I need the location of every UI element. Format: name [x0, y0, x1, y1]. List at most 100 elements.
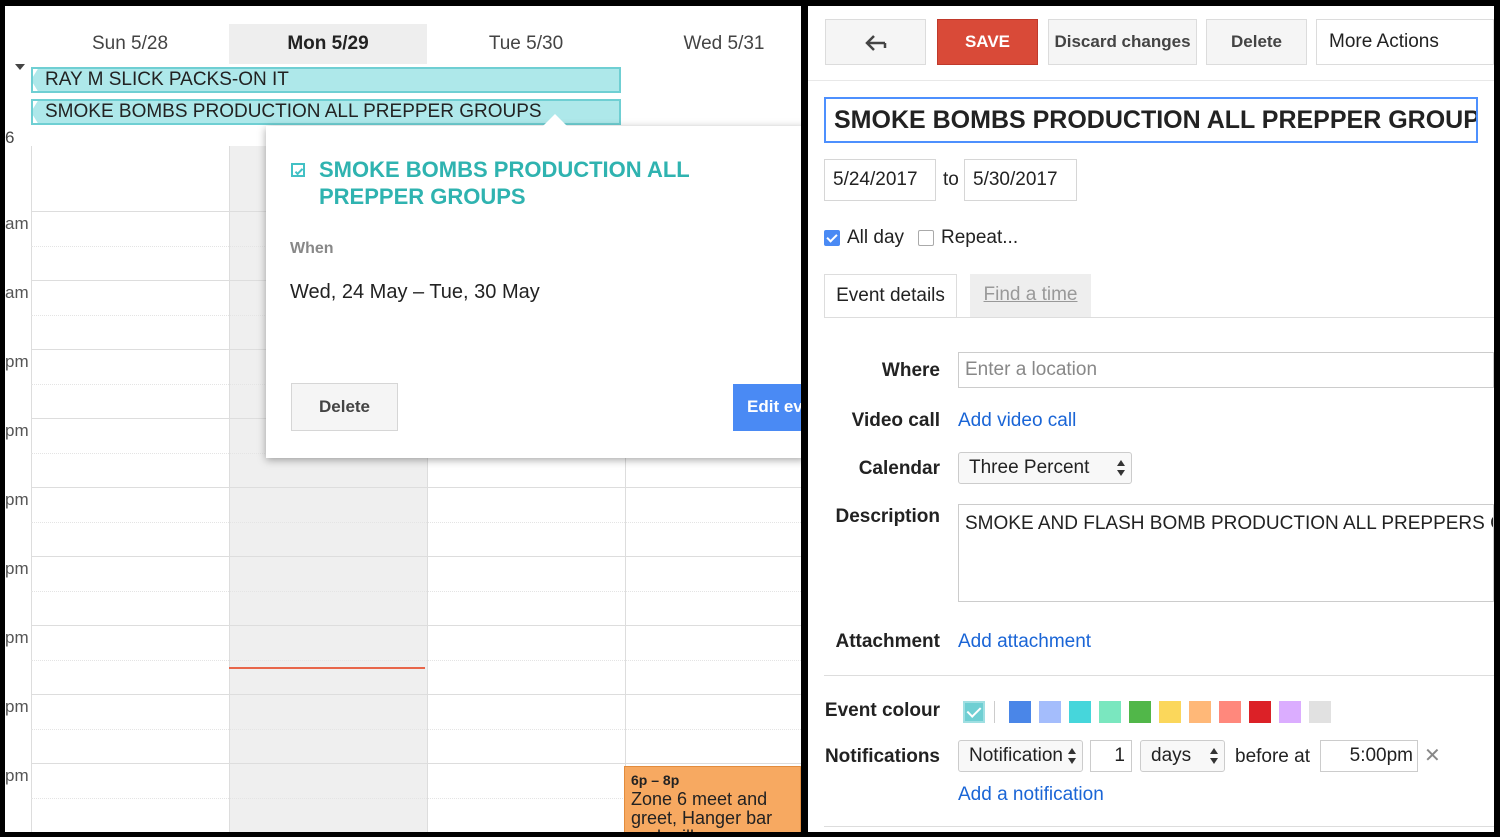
where-label: Where	[881, 360, 940, 381]
more-actions-dropdown[interactable]: More Actions	[1316, 19, 1494, 65]
time-label: am	[5, 283, 29, 302]
end-date-input[interactable]: 5/30/2017	[964, 159, 1077, 201]
select-arrows-icon	[1210, 748, 1218, 764]
section-divider	[824, 826, 1494, 827]
description-label: Description	[835, 506, 940, 527]
half-hour-line	[31, 729, 801, 730]
time-label: am	[5, 214, 29, 233]
hour-line	[31, 487, 801, 488]
time-label: pm	[5, 421, 29, 440]
popup-dates: Wed, 24 May – Tue, 30 May	[290, 281, 540, 303]
add-attachment-link[interactable]: Add attachment	[958, 631, 1091, 653]
calendar-week-view: Sun 5/28 Mon 5/29 Tue 5/30 Wed 5/31 RAY …	[5, 6, 801, 832]
tab-event-details[interactable]: Event details	[824, 274, 957, 318]
section-divider	[824, 675, 1494, 676]
collapse-allday-icon[interactable]	[15, 64, 25, 70]
colour-swatch[interactable]	[1189, 701, 1211, 723]
calendar-label: Calendar	[858, 458, 940, 479]
description-textarea[interactable]: SMOKE AND FLASH BOMB PRODUCTION ALL PREP…	[958, 504, 1494, 602]
event-time: 6p – 8p	[631, 772, 680, 788]
repeat-label: Repeat...	[941, 227, 1019, 248]
colour-swatch[interactable]	[1159, 701, 1181, 723]
time-label: pm	[5, 766, 29, 785]
notification-unit-select[interactable]: days	[1140, 740, 1225, 772]
timed-event-zone-6[interactable]: 6p – 8p Zone 6 meet and greet, Hanger ba…	[624, 766, 801, 832]
event-checkbox-icon	[291, 163, 305, 177]
colour-swatch[interactable]	[1219, 701, 1241, 723]
time-label: pm	[5, 628, 29, 647]
select-arrows-icon	[1117, 460, 1125, 476]
colour-swatch[interactable]	[1069, 701, 1091, 723]
colour-separator	[994, 701, 995, 723]
event-title: Zone 6 meet and greet, Hanger bar and gr…	[631, 789, 773, 833]
popup-delete-button[interactable]: Delete	[291, 383, 398, 431]
tab-find-a-time[interactable]: Find a time	[970, 274, 1091, 318]
allday-event-ray-m-slick[interactable]: RAY M SLICK PACKS-ON IT	[31, 67, 621, 93]
notification-type-select[interactable]: Notification	[958, 740, 1083, 772]
current-time-indicator	[229, 667, 425, 669]
discard-changes-button[interactable]: Discard changes	[1048, 19, 1197, 65]
colour-swatch[interactable]	[1249, 701, 1271, 723]
tabs-divider	[824, 317, 1494, 318]
time-label: pm	[5, 352, 29, 371]
add-notification-link[interactable]: Add a notification	[958, 784, 1104, 806]
calendar-select[interactable]: Three Percent	[958, 452, 1132, 484]
calendar-select-value: Three Percent	[969, 457, 1090, 478]
add-video-call-link[interactable]: Add video call	[958, 410, 1076, 432]
gutter-number: 6	[5, 128, 15, 147]
remove-notification-icon[interactable]: ✕	[1424, 743, 1441, 768]
time-label: pm	[5, 697, 29, 716]
notifications-label: Notifications	[824, 746, 940, 767]
notification-time-input[interactable]: 5:00pm	[1320, 740, 1418, 772]
hour-line	[31, 625, 801, 626]
notification-unit-value: days	[1151, 745, 1192, 766]
repeat-checkbox[interactable]	[918, 230, 934, 246]
time-label: pm	[5, 490, 29, 509]
notification-type-value: Notification	[969, 745, 1063, 766]
popup-pointer	[543, 114, 567, 126]
back-arrow-icon	[864, 34, 886, 51]
half-hour-line	[31, 660, 801, 661]
popup-event-title: SMOKE BOMBS PRODUCTION ALL PREPPER GROUP…	[319, 157, 690, 209]
event-title-value: SMOKE BOMBS PRODUCTION ALL PREPPER GROUP…	[834, 106, 1478, 134]
all-day-label: All day	[847, 227, 905, 248]
back-button[interactable]	[825, 19, 926, 65]
day-header-wed[interactable]: Wed 5/31	[625, 24, 801, 64]
delete-button[interactable]: Delete	[1206, 19, 1307, 65]
event-editor: SAVE Discard changes Delete More Actions…	[808, 6, 1494, 832]
hour-line	[31, 556, 801, 557]
half-hour-line	[31, 522, 801, 523]
video-call-label: Video call	[851, 410, 940, 431]
notification-amount-input[interactable]: 1	[1090, 740, 1132, 772]
event-title-input[interactable]: SMOKE BOMBS PRODUCTION ALL PREPPER GROUP…	[824, 97, 1478, 143]
attachment-label: Attachment	[835, 631, 940, 652]
popup-when-label: When	[290, 240, 334, 257]
colour-swatch[interactable]	[1009, 701, 1031, 723]
all-day-checkbox[interactable]	[824, 230, 840, 246]
select-arrows-icon	[1068, 748, 1076, 764]
hour-line	[31, 763, 801, 764]
selected-check-icon	[966, 703, 982, 718]
colour-swatch[interactable]	[1099, 701, 1121, 723]
before-at-label: before at	[1235, 746, 1310, 767]
save-button[interactable]: SAVE	[937, 19, 1038, 65]
start-date-input[interactable]: 5/24/2017	[824, 159, 936, 201]
time-label: pm	[5, 559, 29, 578]
popup-edit-event-button[interactable]: Edit ev	[733, 384, 801, 431]
to-label: to	[943, 169, 959, 190]
hour-line	[31, 694, 801, 695]
half-hour-line	[31, 591, 801, 592]
day-header-sun[interactable]: Sun 5/28	[31, 24, 229, 64]
colour-swatch[interactable]	[1279, 701, 1301, 723]
colour-swatch[interactable]	[1129, 701, 1151, 723]
event-colour-label: Event colour	[824, 700, 940, 721]
event-popup: SMOKE BOMBS PRODUCTION ALL PREPPER GROUP…	[266, 114, 801, 458]
day-header-mon-today[interactable]: Mon 5/29	[229, 24, 427, 64]
colour-swatch-selected[interactable]	[963, 701, 985, 723]
colour-swatch[interactable]	[1039, 701, 1061, 723]
allday-event-smoke-bombs[interactable]: SMOKE BOMBS PRODUCTION ALL PREPPER GROUP…	[31, 99, 621, 125]
toolbar-divider	[808, 80, 1494, 81]
colour-swatch[interactable]	[1309, 701, 1331, 723]
where-input[interactable]: Enter a location	[958, 352, 1494, 388]
day-header-tue[interactable]: Tue 5/30	[427, 24, 625, 64]
